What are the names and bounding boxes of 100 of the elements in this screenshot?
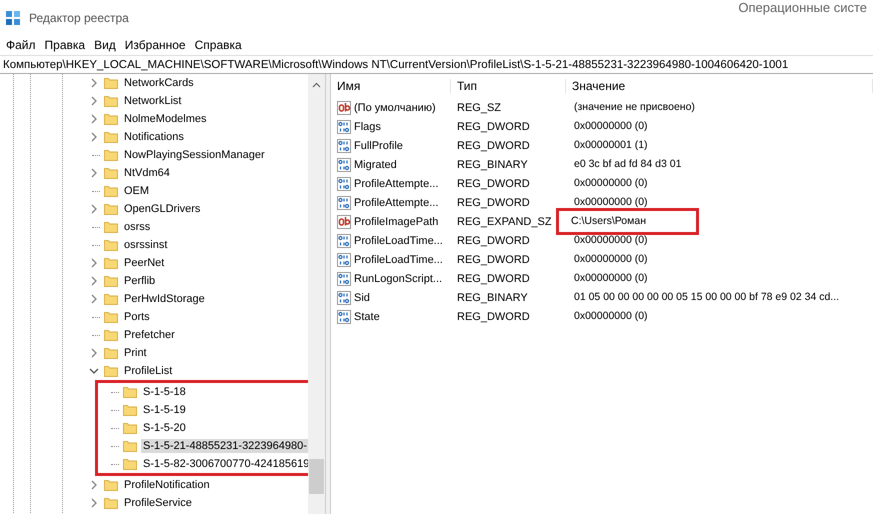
- value-name[interactable]: (По умолчанию): [354, 102, 436, 114]
- value-data: 0x00000000 (0): [573, 233, 649, 248]
- value-type: REG_EXPAND_SZ: [456, 216, 553, 228]
- tree-item[interactable]: Ports: [122, 310, 152, 324]
- folder-icon: [104, 95, 118, 107]
- folder-icon: [104, 329, 118, 341]
- chevron-right-icon[interactable]: [90, 348, 98, 358]
- value-data: 0x00000000 (0): [573, 176, 649, 191]
- value-name[interactable]: Sid: [354, 292, 370, 304]
- tree-item[interactable]: PeerNet: [122, 256, 166, 270]
- value-type: REG_SZ: [456, 102, 502, 114]
- value-name[interactable]: State: [354, 310, 380, 322]
- scrollbar-thumb[interactable]: [309, 459, 324, 494]
- value-name[interactable]: ProfileLoadTime...: [354, 254, 443, 266]
- value-data: (значение не присвоено): [573, 100, 696, 115]
- tree-item[interactable]: S-1-5-18: [141, 385, 188, 399]
- folder-icon: [104, 131, 118, 143]
- value-data: 0x00000001 (1): [573, 138, 649, 153]
- value-name[interactable]: ProfileImagePath: [354, 216, 438, 228]
- app-icon: [5, 10, 21, 26]
- tree-item[interactable]: S-1-5-20: [141, 421, 188, 435]
- value-name[interactable]: ProfileAttempte...: [354, 196, 438, 208]
- folder-icon: [104, 293, 118, 305]
- menu-item[interactable]: Файл: [4, 38, 43, 52]
- tree-item[interactable]: PerHwIdStorage: [122, 292, 207, 306]
- value-data: 01 05 00 00 00 00 00 05 15 00 00 00 bf 78 e9 02 34 cd...: [573, 290, 840, 305]
- tree-item[interactable]: Prefetcher: [122, 328, 177, 342]
- address-bar[interactable]: Компьютер\HKEY_LOCAL_MACHINE\SOFTWARE\Microsoft\Windows NT\CurrentVersion\ProfileList\S-1-5-21-48855231-3223964980-1004606420-1001: [0, 55, 873, 74]
- value-name[interactable]: Migrated: [354, 158, 397, 170]
- value-name[interactable]: ProfileLoadTime...: [354, 234, 443, 246]
- binary-value-icon: [337, 234, 351, 248]
- value-data: 0x00000000 (0): [573, 271, 649, 286]
- folder-icon: [104, 275, 118, 287]
- tree-item[interactable]: S-1-5-21-48855231-3223964980-: [141, 439, 309, 453]
- menu-item[interactable]: Избранное: [122, 38, 193, 52]
- column-header[interactable]: Имя: [331, 79, 451, 93]
- tree-item[interactable]: Notifications: [122, 130, 186, 144]
- value-type: REG_DWORD: [456, 234, 531, 246]
- chevron-right-icon[interactable]: [90, 168, 98, 178]
- tree-item[interactable]: NtVdm64: [122, 166, 172, 180]
- tree-item[interactable]: ProfileList: [122, 364, 174, 378]
- column-header[interactable]: Значение: [566, 79, 873, 93]
- folder-icon: [104, 239, 118, 251]
- tree-item[interactable]: NowPlayingSessionManager: [122, 148, 267, 162]
- tree-item[interactable]: OEM: [122, 184, 152, 198]
- tree-item[interactable]: NetworkCards: [122, 76, 196, 90]
- menu-item[interactable]: Вид: [92, 38, 123, 52]
- folder-icon: [104, 479, 118, 491]
- binary-value-icon: [337, 310, 351, 324]
- value-type: REG_BINARY: [456, 158, 529, 170]
- background-text: Операционные систе: [738, 0, 867, 15]
- binary-value-icon: [337, 120, 351, 134]
- tree-item[interactable]: osrssinst: [122, 238, 170, 252]
- folder-icon: [104, 77, 118, 89]
- string-value-icon: [337, 214, 351, 228]
- folder-icon: [123, 386, 137, 398]
- window-title: Редактор реестра: [29, 10, 129, 24]
- folder-icon: [104, 113, 118, 125]
- value-type: REG_DWORD: [456, 178, 531, 190]
- value-name[interactable]: Flags: [354, 120, 381, 132]
- binary-value-icon: [337, 252, 351, 266]
- tree-item[interactable]: S-1-5-19: [141, 403, 188, 417]
- folder-icon: [104, 347, 118, 359]
- value-name[interactable]: ProfileAttempte...: [354, 178, 438, 190]
- binary-value-icon: [337, 176, 351, 190]
- tree-item[interactable]: ProfileService: [122, 496, 194, 510]
- menu-item[interactable]: Правка: [42, 38, 92, 52]
- binary-value-icon: [337, 196, 351, 210]
- value-type: REG_DWORD: [456, 310, 531, 322]
- chevron-right-icon[interactable]: [90, 204, 98, 214]
- binary-value-icon: [337, 290, 351, 304]
- folder-icon: [104, 149, 118, 161]
- tree-item[interactable]: Perflib: [122, 274, 158, 288]
- value-type: REG_DWORD: [456, 272, 531, 284]
- folder-icon: [104, 497, 118, 509]
- value-data: 0x00000000 (0): [573, 119, 649, 134]
- folder-icon: [104, 257, 118, 269]
- tree-item[interactable]: S-1-5-82-3006700770-424185619: [141, 457, 312, 471]
- folder-icon: [104, 311, 118, 323]
- value-data: e0 3c bf ad fd 84 d3 01: [573, 157, 682, 172]
- value-type: REG_DWORD: [456, 140, 531, 152]
- tree-item[interactable]: OpenGLDrivers: [122, 202, 202, 216]
- folder-icon: [104, 167, 118, 179]
- string-value-icon: [337, 100, 351, 114]
- chevron-up-icon[interactable]: [312, 82, 321, 88]
- tree-item[interactable]: Print: [122, 346, 149, 360]
- tree-item[interactable]: ProfileNotification: [122, 478, 212, 492]
- column-header[interactable]: Тип: [451, 79, 566, 93]
- menu-item[interactable]: Справка: [192, 38, 249, 52]
- value-data: 0x00000000 (0): [573, 195, 649, 210]
- tree-item[interactable]: NetworkList: [122, 94, 184, 108]
- chevron-down-icon[interactable]: [89, 367, 99, 375]
- value-data: 0x00000000 (0): [573, 252, 649, 267]
- folder-icon: [123, 440, 137, 452]
- binary-value-icon: [337, 138, 351, 152]
- tree-item[interactable]: osrss: [122, 220, 152, 234]
- scrollbar[interactable]: [308, 74, 325, 514]
- value-name[interactable]: RunLogonScript...: [354, 272, 442, 284]
- tree-item[interactable]: NolmeModelmes: [122, 112, 209, 126]
- value-name[interactable]: FullProfile: [354, 140, 403, 152]
